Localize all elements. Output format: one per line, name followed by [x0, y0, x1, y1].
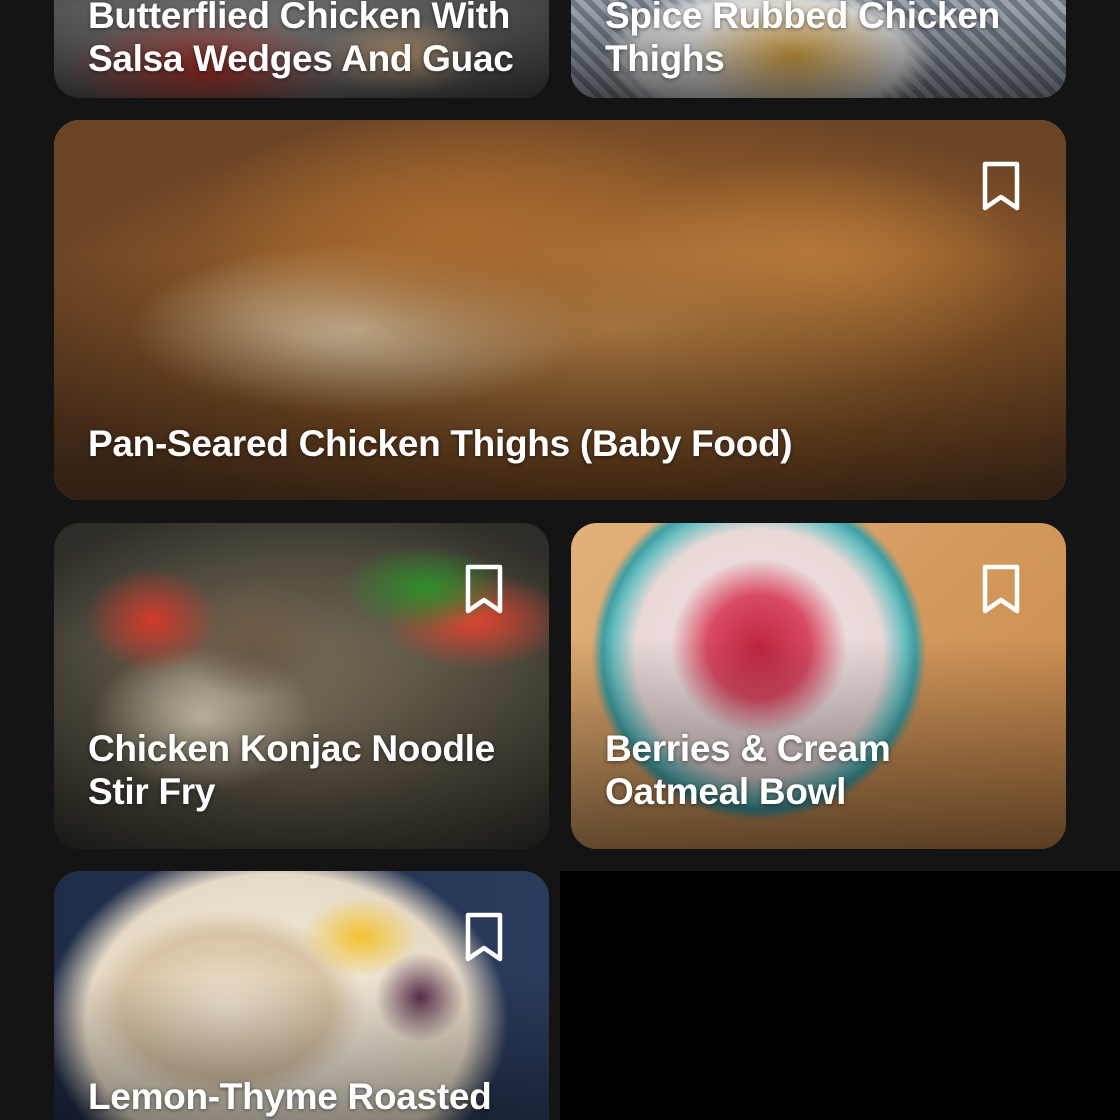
recipe-grid: Butterflied Chicken With Salsa Wedges An…: [0, 0, 1120, 1120]
bookmark-outline-icon: [982, 161, 1020, 211]
recipe-card-konjac-noodle-stir-fry[interactable]: Chicken Konjac Noodle Stir Fry: [54, 523, 549, 849]
recipe-card-lemon-thyme-roasted[interactable]: Lemon-Thyme Roasted: [54, 871, 549, 1120]
recipe-card-butterflied-chicken[interactable]: Butterflied Chicken With Salsa Wedges An…: [54, 0, 549, 98]
bookmark-outline-icon: [982, 564, 1020, 614]
recipe-title-line: Stir Fry: [88, 771, 216, 812]
recipe-title-line: Chicken Konjac Noodle: [88, 728, 495, 769]
empty-grid-slot: [560, 871, 1120, 1120]
bookmark-icon[interactable]: [980, 160, 1022, 214]
bookmark-icon[interactable]: [980, 563, 1022, 617]
recipe-title-line: Spice Rubbed Chicken: [605, 0, 1000, 36]
bookmark-icon[interactable]: [463, 563, 505, 617]
recipe-title: Pan-Seared Chicken Thighs (Baby Food): [88, 422, 1032, 465]
recipe-title: Chicken Konjac Noodle Stir Fry: [88, 727, 515, 813]
recipe-title-line: Lemon-Thyme Roasted: [88, 1076, 492, 1117]
recipe-title-line: Oatmeal Bowl: [605, 771, 847, 812]
recipe-card-spice-rubbed-chicken[interactable]: Spice Rubbed Chicken Thighs: [571, 0, 1066, 98]
recipe-title-line: Pan-Seared Chicken Thighs (Baby Food): [88, 423, 793, 464]
recipe-title: Butterflied Chicken With Salsa Wedges An…: [88, 0, 515, 80]
bookmark-icon[interactable]: [463, 911, 505, 965]
recipe-title-line: Salsa Wedges And Guac: [88, 38, 514, 79]
recipe-title: Berries & Cream Oatmeal Bowl: [605, 727, 1032, 813]
bookmark-outline-icon: [465, 912, 503, 962]
recipe-title-line: Butterflied Chicken With: [88, 0, 511, 36]
recipe-title-line: Thighs: [605, 38, 725, 79]
recipe-title-line: Berries & Cream: [605, 728, 891, 769]
recipe-card-berries-cream-oatmeal[interactable]: Berries & Cream Oatmeal Bowl: [571, 523, 1066, 849]
recipe-title: Spice Rubbed Chicken Thighs: [605, 0, 1032, 80]
bookmark-outline-icon: [465, 564, 503, 614]
recipe-title: Lemon-Thyme Roasted: [88, 1075, 515, 1118]
recipe-card-pan-seared-chicken[interactable]: Pan-Seared Chicken Thighs (Baby Food): [54, 120, 1066, 500]
